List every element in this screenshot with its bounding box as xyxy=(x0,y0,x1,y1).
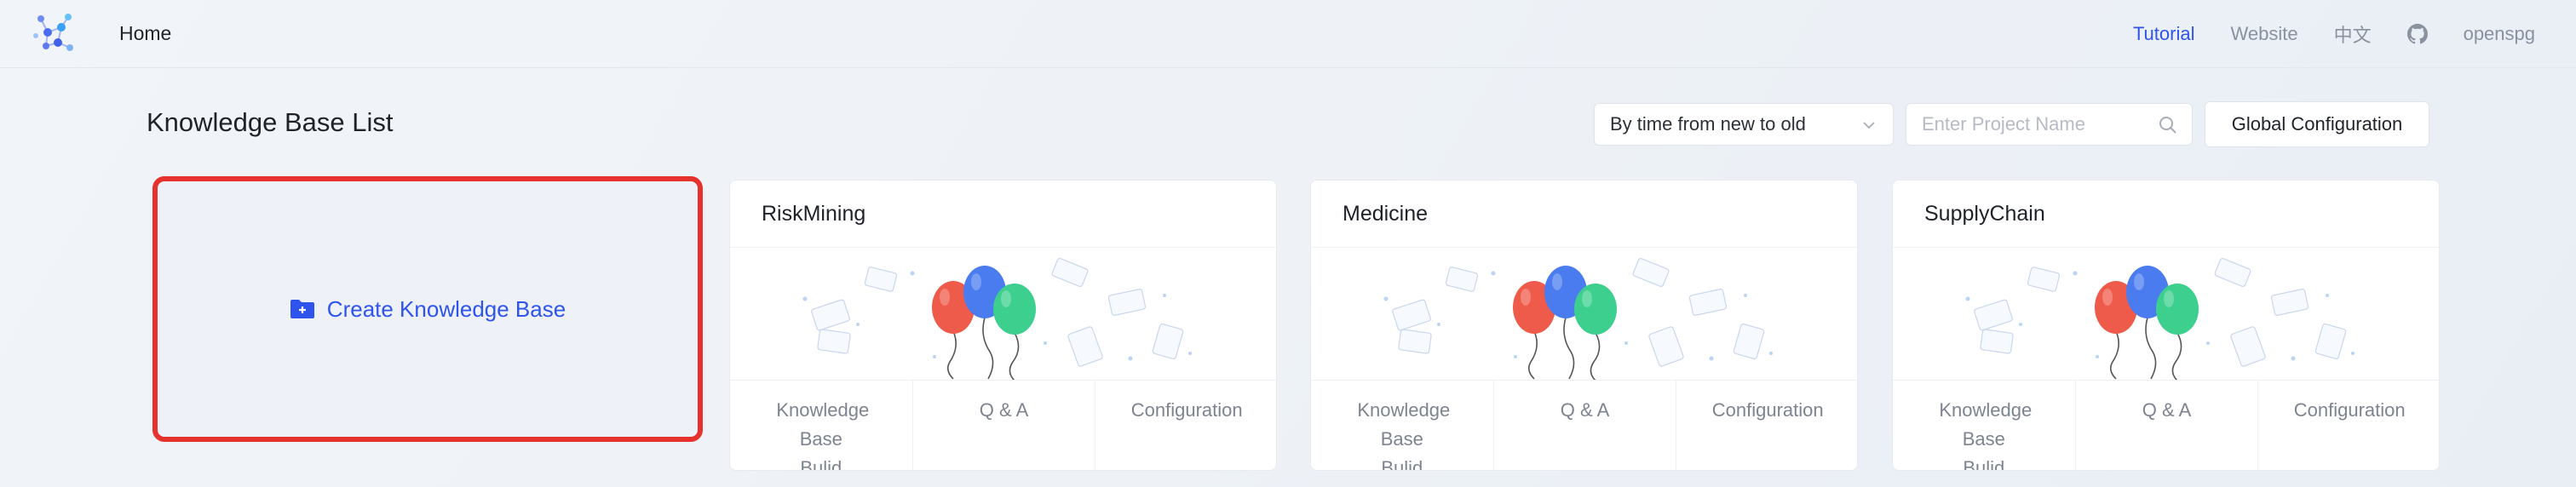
nav-user[interactable]: openspg xyxy=(2464,23,2535,45)
openspg-logo-icon[interactable] xyxy=(29,10,78,58)
create-knowledge-base-button[interactable]: Create Knowledge Base xyxy=(290,296,566,323)
card-action-label: Knowledge Base Bulid xyxy=(1939,399,2033,471)
project-card-title[interactable]: SupplyChain xyxy=(1893,180,2439,248)
card-action-label: Configuration xyxy=(2293,399,2406,421)
project-card-illustration xyxy=(1311,248,1857,381)
project-card-illustration xyxy=(1893,248,2439,381)
project-card[interactable]: SupplyChain Knowledge Base Bulid Q & A Con… xyxy=(1892,180,2440,471)
create-knowledge-base-card[interactable]: Create Knowledge Base xyxy=(152,176,703,442)
header-right-nav: Tutorial Website 中文 openspg xyxy=(2097,0,2535,68)
balloons-illustration xyxy=(1383,257,1773,381)
project-card-actions: Knowledge Base Bulid Q & A Configuration xyxy=(730,380,1276,471)
project-card[interactable]: RiskMining Knowledge Base Bulid Q & A Conf… xyxy=(729,180,1277,471)
card-action-label: Q & A xyxy=(979,399,1029,421)
project-card[interactable]: Medicine Knowledge Base Bulid Q & A Config… xyxy=(1310,180,1858,471)
search-icon[interactable] xyxy=(2158,115,2178,135)
chevron-down-icon xyxy=(1863,122,1875,129)
global-configuration-button[interactable]: Global Configuration xyxy=(2205,101,2429,147)
action-configuration[interactable]: Configuration xyxy=(2257,381,2439,470)
project-card-actions: Knowledge Base Bulid Q & A Configuration xyxy=(1893,380,2439,471)
action-knowledge-base-build[interactable]: Knowledge Base Bulid xyxy=(1311,381,1493,471)
sort-select-value: By time from new to old xyxy=(1610,113,1806,135)
project-card-title[interactable]: Medicine xyxy=(1311,180,1857,248)
balloons-illustration xyxy=(1965,257,2355,381)
balloons-illustration xyxy=(802,257,1192,381)
top-header: Home Tutorial Website 中文 openspg xyxy=(0,0,2576,68)
project-card-actions: Knowledge Base Bulid Q & A Configuration xyxy=(1311,380,1857,471)
project-card-title[interactable]: RiskMining xyxy=(730,180,1276,248)
page-title: Knowledge Base List xyxy=(147,107,394,137)
action-q-and-a[interactable]: Q & A xyxy=(1492,381,1676,470)
action-q-and-a[interactable]: Q & A xyxy=(2074,381,2258,470)
search-input[interactable] xyxy=(1906,105,2136,144)
card-action-label: Knowledge Base Bulid xyxy=(1357,399,1451,471)
folder-plus-icon xyxy=(290,300,314,318)
card-action-label: Knowledge Base Bulid xyxy=(776,399,870,471)
action-configuration[interactable]: Configuration xyxy=(1095,381,1276,470)
action-knowledge-base-build[interactable]: Knowledge Base Bulid xyxy=(1893,381,2075,471)
project-search xyxy=(1906,103,2193,146)
nav-website[interactable]: Website xyxy=(2230,23,2297,45)
nav-home[interactable]: Home xyxy=(119,22,171,45)
nav-language[interactable]: 中文 xyxy=(2334,20,2372,48)
sort-select[interactable]: By time from new to old xyxy=(1594,103,1894,146)
card-action-label: Configuration xyxy=(1130,399,1243,421)
card-action-label: Configuration xyxy=(1711,399,1824,421)
action-configuration[interactable]: Configuration xyxy=(1676,381,1857,470)
action-q-and-a[interactable]: Q & A xyxy=(911,381,1095,470)
nav-tutorial[interactable]: Tutorial xyxy=(2133,23,2195,45)
project-card-illustration xyxy=(730,248,1276,381)
create-knowledge-base-label: Create Knowledge Base xyxy=(326,295,566,322)
card-action-label: Q & A xyxy=(2142,399,2192,421)
action-knowledge-base-build[interactable]: Knowledge Base Bulid xyxy=(730,381,912,471)
github-icon[interactable] xyxy=(2406,24,2428,44)
card-action-label: Q & A xyxy=(1560,399,1610,421)
